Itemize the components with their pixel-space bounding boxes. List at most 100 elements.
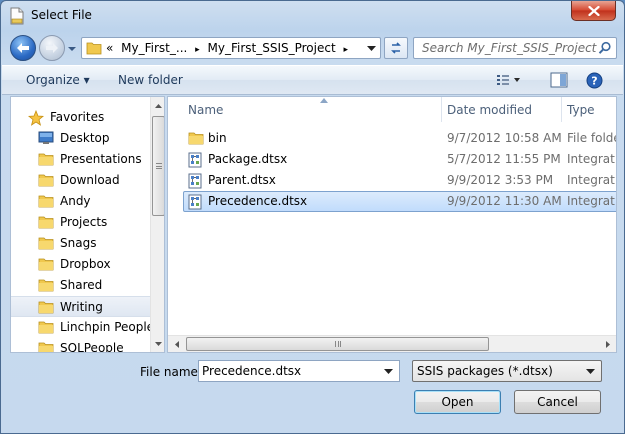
file-row[interactable]: Parent.dtsx 9/9/2012 3:53 PM Integration [168,170,616,192]
back-button[interactable] [10,35,36,61]
new-folder-button[interactable]: New folder [118,73,183,87]
close-button[interactable] [571,1,616,21]
folder-icon [38,236,54,253]
search-input[interactable]: Search My_First_SSIS_Project [422,41,596,55]
grip-icon [335,341,341,347]
folder-icon [38,152,54,169]
scroll-thumb[interactable] [152,116,164,216]
chevron-down-icon[interactable] [367,46,376,52]
forward-arrow-icon [46,43,58,53]
breadcrumb-separator[interactable]: ▸ [195,45,200,55]
file-name: Precedence.dtsx [208,194,308,208]
file-list-pane[interactable]: Name Date modified Type bin 9/7/2012 10:5… [167,96,617,353]
sidebar-item-andy[interactable]: Andy [11,191,151,212]
sidebar-item-label: Dropbox [60,257,111,271]
sidebar-item-label: Favorites [50,110,105,124]
navigation-pane[interactable]: Favorites Desktop Presentations Download And… [10,96,165,353]
back-arrow-icon [17,43,29,53]
scroll-up-button[interactable] [151,97,164,114]
sidebar-item-snags[interactable]: Snags [11,233,151,254]
file-name-input[interactable] [202,363,378,379]
sidebar-item-desktop[interactable]: Desktop [11,128,151,149]
file-date-modified: 9/9/2012 11:30 AM [447,194,562,208]
file-type-value: SSIS packages (*.dtsx) [417,364,553,378]
sidebar-item-sqlpeople[interactable]: SQLPeople [11,338,151,352]
scroll-left-button[interactable] [168,336,185,352]
file-name-label: File name: [140,365,202,379]
chevron-down-icon [155,341,162,346]
chevron-down-icon[interactable] [384,369,393,375]
scroll-down-button[interactable] [151,335,164,352]
organize-menu-button[interactable]: Organize ▾ [26,73,90,87]
sidebar-item-shared[interactable]: Shared [11,275,151,296]
dtsx-file-icon [188,194,203,213]
forward-button[interactable] [39,35,65,61]
scroll-right-button[interactable] [599,336,616,352]
help-icon[interactable]: ? [586,72,603,89]
sidebar-item-favorites[interactable]: Favorites [11,107,151,128]
sidebar-item-projects[interactable]: Projects [11,212,151,233]
chevron-right-icon [605,341,610,348]
address-bar[interactable]: « My_First_... ▸ My_First_SSIS_Project ▸ [81,37,381,59]
close-icon [587,5,600,16]
cancel-button[interactable]: Cancel [514,390,601,414]
file-type: File folder [567,131,616,145]
file-type: Integration [567,152,616,166]
star-icon [27,109,45,129]
folder-icon [38,278,54,295]
sidebar-item-label: Linchpin People [60,320,155,334]
sidebar-item-label: Projects [60,215,108,229]
sidebar-item-label: Desktop [60,131,110,145]
column-header-name[interactable]: Name [182,97,442,122]
file-date-modified: 9/7/2012 10:58 AM [447,131,562,145]
refresh-icon [391,42,401,54]
dtsx-file-icon [188,173,203,192]
recent-locations-chevron-icon[interactable] [67,44,77,54]
chevron-up-icon [155,103,162,108]
folder-icon [188,131,204,148]
folder-icon [38,173,54,190]
command-bar: Organize ▾ New folder ? [2,65,623,95]
breadcrumb-separator[interactable]: ▸ [344,45,349,55]
document-icon [10,7,24,25]
change-view-icon[interactable] [496,73,522,87]
preview-pane-icon[interactable] [550,72,568,88]
file-date-modified: 9/9/2012 3:53 PM [447,173,554,187]
file-row[interactable]: bin 9/7/2012 10:58 AM File folder [168,128,616,149]
folder-icon [38,320,54,337]
open-button[interactable]: Open [414,390,501,414]
folder-icon [38,300,54,317]
file-type-select[interactable]: SSIS packages (*.dtsx) [412,360,602,382]
sidebar-item-download[interactable]: Download [11,170,151,191]
chevron-left-icon [174,341,179,348]
breadcrumb-overflow[interactable]: « [106,41,113,55]
title-bar: Select File [1,1,624,31]
file-type: Integration [567,173,616,187]
grip-icon [156,163,162,169]
sidebar-item-label: Andy [60,194,91,208]
column-header-type[interactable]: Type [561,97,616,122]
sidebar-item-writing[interactable]: Writing [11,296,151,317]
file-date-modified: 5/7/2012 11:55 PM [447,152,561,166]
sidebar-item-linchpin-people[interactable]: Linchpin People [11,317,155,338]
horizontal-scrollbar[interactable] [168,335,616,352]
search-icon[interactable] [598,41,612,55]
breadcrumb: « My_First_... ▸ My_First_SSIS_Project ▸ [106,41,352,55]
desktop-icon [38,131,54,148]
file-row[interactable]: Package.dtsx 5/7/2012 11:55 PM Integration [168,149,616,170]
search-box[interactable]: Search My_First_SSIS_Project [413,37,617,59]
column-header-date-modified[interactable]: Date modified [441,97,561,122]
breadcrumb-item[interactable]: My_First_SSIS_Project [208,41,336,55]
folder-icon [38,215,54,232]
file-name: bin [208,131,227,145]
file-name: Package.dtsx [208,152,288,166]
refresh-button[interactable] [384,37,408,59]
scroll-thumb[interactable] [186,337,489,351]
sidebar-item-presentations[interactable]: Presentations [11,149,151,170]
svg-text:?: ? [591,75,597,88]
breadcrumb-item[interactable]: My_First_... [121,41,187,55]
file-name-combobox[interactable] [198,360,400,382]
navigation-scrollbar[interactable] [150,97,164,352]
file-row[interactable]: Precedence.dtsx 9/9/2012 11:30 AM Integrat… [183,191,616,213]
sidebar-item-dropbox[interactable]: Dropbox [11,254,151,275]
